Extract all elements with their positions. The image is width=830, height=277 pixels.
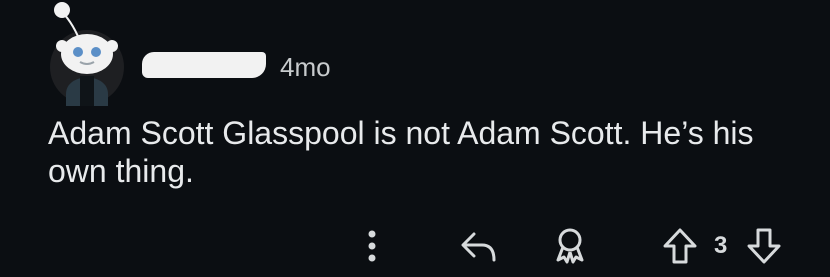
downvote-button[interactable] [742, 224, 786, 268]
vote-count: 3 [714, 232, 728, 259]
reply-arrow-icon [461, 232, 496, 262]
comment: 4mo Adam Scott Glasspool is not Adam Sco… [0, 0, 830, 277]
timestamp: 4mo [280, 52, 331, 82]
user-avatar[interactable] [50, 2, 124, 106]
downvote-arrow-icon [747, 228, 781, 264]
award-button[interactable] [548, 224, 592, 268]
upvote-button[interactable] [658, 224, 702, 268]
comment-body: Adam Scott Glasspool is not Adam Scott. … [48, 115, 754, 189]
comment-actions: 3 [0, 224, 830, 268]
snoo-avatar-icon [54, 2, 118, 106]
username-redacted [142, 52, 266, 78]
more-options-button[interactable] [350, 224, 394, 268]
vertical-ellipsis-icon [368, 230, 376, 262]
reply-button[interactable] [456, 224, 500, 268]
upvote-arrow-icon [663, 228, 697, 264]
award-icon [556, 228, 584, 264]
